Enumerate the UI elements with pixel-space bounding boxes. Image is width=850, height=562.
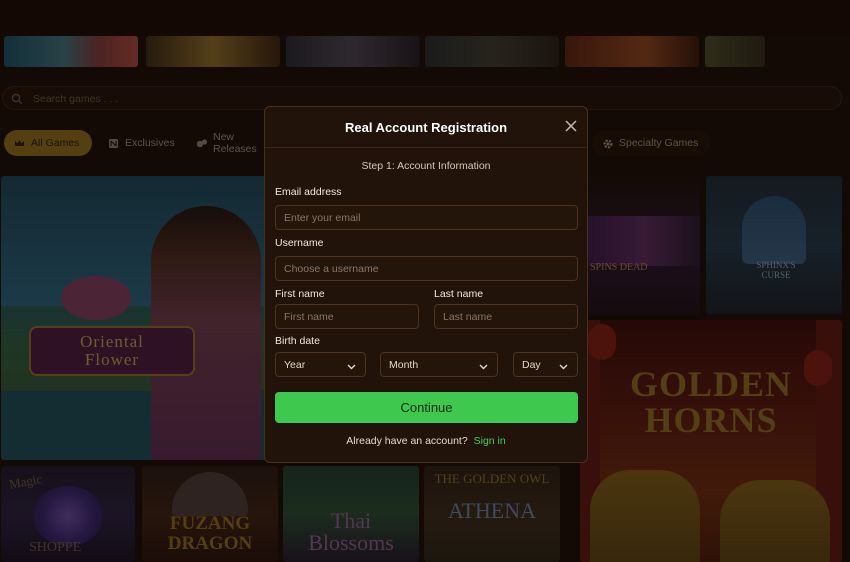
chevron-down-icon (479, 361, 488, 373)
chevron-down-icon (347, 361, 356, 373)
close-button[interactable] (564, 119, 578, 133)
select-value: Year (284, 358, 306, 371)
first-name-field-wrapper (275, 304, 419, 329)
chevron-down-icon (559, 361, 568, 373)
username-label: Username (275, 237, 324, 249)
modal-header: Real Account Registration (265, 107, 587, 148)
last-name-label: Last name (434, 288, 484, 300)
step-indicator: Step 1: Account Information (361, 160, 491, 172)
registration-modal: Real Account Registration Step 1: Accoun… (264, 106, 588, 463)
birth-year-select[interactable]: Year (275, 352, 366, 377)
first-name-label: First name (275, 288, 325, 300)
username-field[interactable] (276, 257, 577, 280)
select-value: Day (522, 358, 541, 371)
birth-day-select[interactable]: Day (513, 352, 578, 377)
first-name-field[interactable] (276, 305, 418, 328)
select-value: Month (389, 358, 419, 371)
signin-prompt: Already have an account? (346, 435, 468, 447)
birth-date-label: Birth date (275, 335, 320, 347)
modal-title: Real Account Registration (344, 120, 508, 135)
close-icon (565, 120, 577, 132)
signin-row: Already have an account? Sign in (265, 435, 587, 447)
email-label: Email address (275, 186, 342, 198)
email-field-wrapper (275, 205, 578, 230)
continue-button[interactable]: Continue (275, 392, 578, 423)
signin-link[interactable]: Sign in (474, 435, 506, 447)
last-name-field[interactable] (435, 305, 577, 328)
birth-month-select[interactable]: Month (380, 352, 498, 377)
email-field[interactable] (276, 206, 577, 229)
username-field-wrapper (275, 256, 578, 281)
last-name-field-wrapper (434, 304, 578, 329)
